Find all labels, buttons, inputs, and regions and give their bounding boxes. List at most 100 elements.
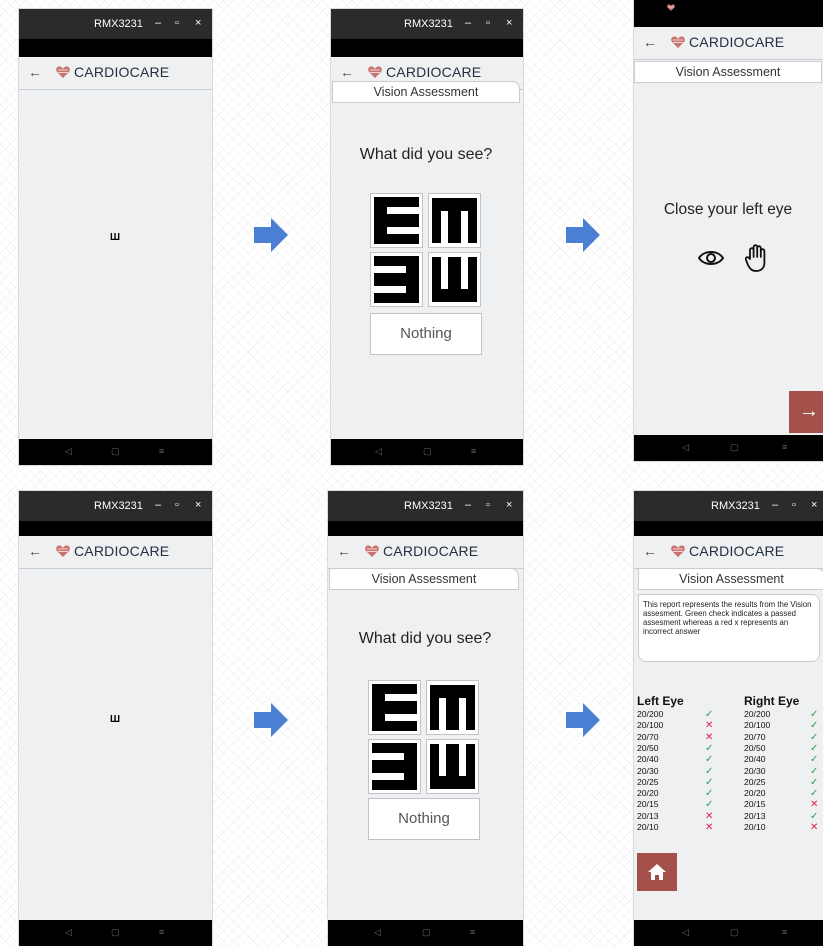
arrow-right-icon: → [799,400,819,422]
right-eye-acuity: 20/13 [744,810,766,821]
nav-back-icon[interactable]: ◁ [65,446,72,457]
back-arrow-icon[interactable]: ← [643,34,657,50]
nav-home-icon[interactable]: ▢ [111,927,120,938]
maximize-button[interactable]: ▫ [486,17,490,29]
nav-bar: ◁ ▢ ≡ [328,920,523,946]
right-eye-acuity: 20/10 [744,822,766,832]
choice-e-right[interactable] [370,193,423,248]
choice-e-up[interactable] [426,739,479,794]
hand-icon [745,244,766,272]
nav-back-icon[interactable]: ◁ [65,927,72,938]
cross-icon: ✕ [705,720,714,732]
nav-menu-icon[interactable]: ≡ [471,446,476,456]
choice-e-up[interactable] [428,252,481,307]
nav-back-icon[interactable]: ◁ [375,446,382,457]
test-letter: Ш [110,714,121,725]
choice-e-left[interactable] [368,739,421,794]
minimize-button[interactable]: – [465,499,471,511]
right-eye-acuity: 20/15 [744,799,766,810]
close-button[interactable]: × [506,499,512,511]
close-button[interactable]: × [811,499,817,511]
phone-screen-6: RMX3231 – ▫ × ← CARDIOCARE Vision Assess… [634,491,823,946]
nav-bar: ◁ ▢ ≡ [634,435,823,461]
close-button[interactable]: × [195,499,201,511]
back-arrow-icon[interactable]: ← [340,64,354,80]
left-eye-acuity: 20/100 [637,720,664,731]
close-button[interactable]: × [195,17,201,29]
nav-menu-icon[interactable]: ≡ [782,927,787,937]
test-letter: Ш [110,232,121,243]
phone-screen-4: RMX3231 – ▫ × ← CARDIOCARE Ш ◁ ▢ ≡ [19,491,212,946]
maximize-button[interactable]: ▫ [486,499,490,511]
nav-menu-icon[interactable]: ≡ [159,927,164,937]
phone-screen-1: RMX3231 – ▫ × ← CARDIOCARE Ш ◁ ▢ ≡ [19,9,212,465]
check-icon: ✓ [705,742,714,754]
home-button[interactable] [637,853,677,891]
nav-back-icon[interactable]: ◁ [374,927,381,938]
choice-e-right[interactable] [368,680,421,735]
back-arrow-icon[interactable]: ← [28,64,42,80]
nav-menu-icon[interactable]: ≡ [470,927,475,937]
nav-home-icon[interactable]: ▢ [422,927,431,938]
question-text: What did you see? [359,146,493,163]
heart-logo-icon [671,36,685,48]
minimize-button[interactable]: – [155,17,161,29]
choice-e-left[interactable] [370,252,423,307]
check-icon: ✓ [810,765,819,777]
close-button[interactable]: × [506,17,512,29]
flow-arrow-icon [566,703,600,737]
section-tab: Vision Assessment [638,568,823,590]
nav-home-icon[interactable]: ▢ [730,927,739,938]
nothing-button[interactable]: Nothing [368,798,480,840]
minimize-button[interactable]: – [772,499,778,511]
back-arrow-icon[interactable]: ← [28,543,42,559]
left-eye-acuity: 20/15 [637,799,659,810]
app-bar: ← CARDIOCARE [19,536,212,569]
left-eye-acuity: 20/20 [637,788,659,799]
app-brand: CARDIOCARE [386,64,482,80]
check-icon: ✓ [705,765,714,777]
next-button[interactable]: → [789,391,823,433]
window-titlebar: RMX3231 – ▫ × [19,9,212,39]
window-titlebar: RMX3231 – ▫ × [328,491,523,521]
right-eye-acuity: 20/50 [744,742,766,753]
nav-home-icon[interactable]: ▢ [423,446,432,457]
nav-home-icon[interactable]: ▢ [111,446,120,457]
window-title: RMX3231 [94,18,143,30]
nav-back-icon[interactable]: ◁ [682,927,689,938]
choice-e-down[interactable] [426,680,479,735]
check-icon: ✓ [705,776,714,788]
phone-screen-2: RMX3231 – ▫ × ← CARDIOCARE Vision Assess… [331,9,523,465]
e-right-icon [374,197,419,244]
back-arrow-icon[interactable]: ← [643,543,657,559]
cross-icon: ✕ [705,822,714,833]
nav-home-icon[interactable]: ▢ [730,442,739,453]
left-eye-heading: Left Eye [637,694,684,708]
flow-arrow-icon [254,218,288,252]
heart-logo-icon [671,545,685,557]
left-eye-acuity: 20/13 [637,810,659,821]
question-text: What did you see? [358,630,492,647]
status-bar [331,39,523,57]
back-arrow-icon[interactable]: ← [337,543,351,559]
maximize-button[interactable]: ▫ [792,499,796,511]
left-eye-acuity: 20/200 [637,709,664,719]
check-icon: ✓ [810,810,819,822]
right-eye-acuity: 20/200 [744,709,771,719]
check-icon: ✓ [810,776,819,788]
right-eye-acuity: 20/30 [744,765,766,776]
maximize-button[interactable]: ▫ [175,499,179,511]
nothing-button[interactable]: Nothing [370,313,482,355]
heart-logo-icon [667,4,675,11]
nav-menu-icon[interactable]: ≡ [782,442,787,452]
maximize-button[interactable]: ▫ [175,17,179,29]
instruction-text: Close your left eye [663,201,793,218]
window-titlebar: RMX3231 – ▫ × [331,9,523,39]
app-brand: CARDIOCARE [74,543,170,559]
minimize-button[interactable]: – [465,17,471,29]
phone-screen-3: ← CARDIOCARE Vision Assessment Close you… [634,0,823,461]
choice-e-down[interactable] [428,193,481,248]
nav-back-icon[interactable]: ◁ [682,442,689,453]
nav-menu-icon[interactable]: ≡ [159,446,164,456]
minimize-button[interactable]: – [155,499,161,511]
